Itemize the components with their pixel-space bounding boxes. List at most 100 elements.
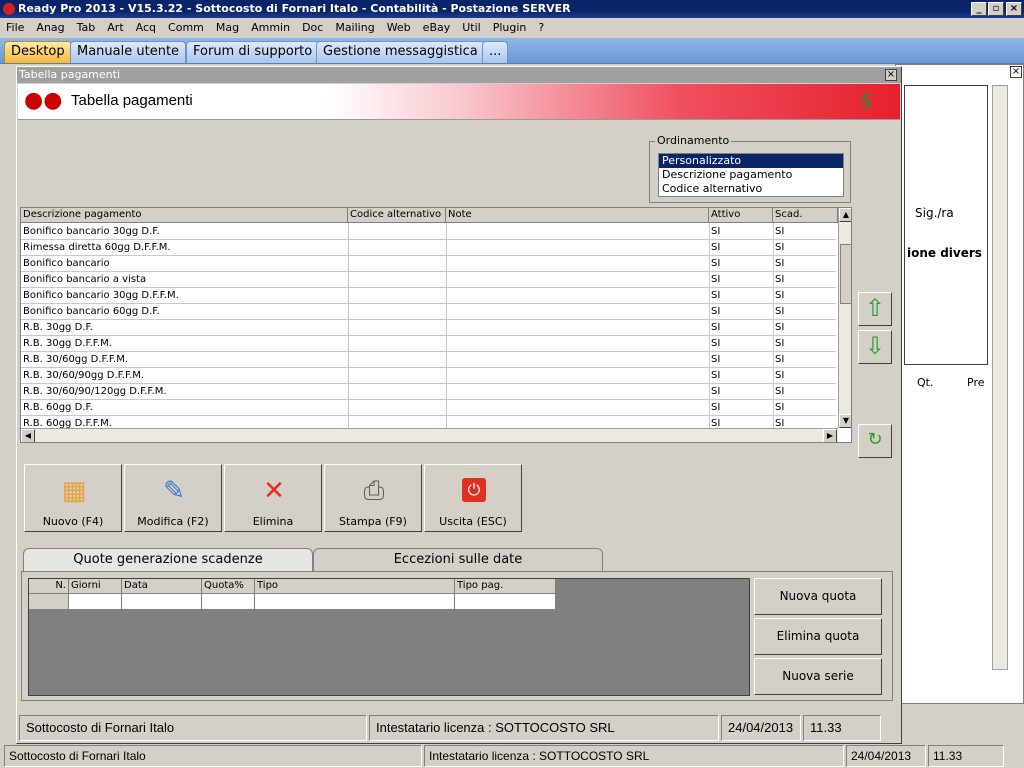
- background-text: ione divers: [907, 246, 982, 260]
- table-cell: SI: [711, 290, 721, 301]
- column-header[interactable]: Attivo: [709, 208, 773, 223]
- tab-manuale-utente[interactable]: Manuale utente: [70, 41, 187, 63]
- menu-mag[interactable]: Mag: [210, 18, 245, 38]
- quote-column-header[interactable]: Quota%: [202, 579, 255, 594]
- scroll-thumb[interactable]: [840, 244, 851, 304]
- table-row[interactable]: R.B. 30/60/90/120gg D.F.F.M. SI SI: [21, 384, 836, 400]
- tab-forum-supporto[interactable]: Forum di supporto: [186, 41, 320, 63]
- table-row[interactable]: Bonifico bancario 30gg D.F. SI SI: [21, 224, 836, 240]
- menu-util[interactable]: Util: [456, 18, 486, 38]
- quote-column-header[interactable]: Tipo: [255, 579, 455, 594]
- menu-comm[interactable]: Comm: [162, 18, 210, 38]
- edit-button[interactable]: ✎ Modifica (F2): [124, 464, 222, 532]
- new-quote-button[interactable]: Nuova quota: [754, 578, 882, 615]
- menu-ebay[interactable]: eBay: [417, 18, 457, 38]
- grid-vertical-scrollbar[interactable]: ▲ ▼: [838, 208, 851, 428]
- column-header[interactable]: Codice alternativo: [348, 208, 446, 223]
- table-cell: SI: [775, 226, 785, 237]
- menu-mailing[interactable]: Mailing: [329, 18, 380, 38]
- new-series-button[interactable]: Nuova serie: [754, 658, 882, 695]
- tab-quote-generazione[interactable]: Quote generazione scadenze: [23, 548, 313, 572]
- menu-art[interactable]: Art: [101, 18, 129, 38]
- scroll-left-icon[interactable]: ◀: [21, 429, 35, 442]
- table-cell: Rimessa diretta 60gg D.F.F.M.: [23, 242, 171, 253]
- payments-grid[interactable]: Descrizione pagamento Codice alternativo…: [20, 207, 852, 443]
- table-row[interactable]: R.B. 30gg D.F.F.M. SI SI: [21, 336, 836, 352]
- table-cell: SI: [775, 258, 785, 269]
- delete-button-label: Elimina: [252, 515, 294, 528]
- table-cell: SI: [711, 386, 721, 397]
- table-cell: SI: [775, 338, 785, 349]
- table-cell: SI: [775, 274, 785, 285]
- quote-cell[interactable]: [255, 594, 455, 610]
- exit-button[interactable]: ⏻ Uscita (ESC): [424, 464, 522, 532]
- table-cell: SI: [711, 338, 721, 349]
- menu-acq[interactable]: Acq: [130, 18, 162, 38]
- quote-cell[interactable]: [122, 594, 202, 610]
- tab-more[interactable]: ...: [482, 41, 509, 63]
- table-row[interactable]: R.B. 60gg D.F. SI SI: [21, 400, 836, 416]
- ordering-option[interactable]: Personalizzato: [659, 154, 843, 168]
- menu-plugin[interactable]: Plugin: [487, 18, 533, 38]
- minimize-button[interactable]: _: [971, 2, 987, 16]
- menu-doc[interactable]: Doc: [296, 18, 329, 38]
- tab-desktop[interactable]: Desktop: [4, 41, 72, 63]
- dialog-close-button[interactable]: ×: [885, 69, 897, 81]
- background-close-button[interactable]: ×: [1010, 66, 1022, 78]
- dialog-caption: Tabella pagamenti ×: [17, 67, 901, 83]
- quote-cell[interactable]: [202, 594, 255, 610]
- table-cell: R.B. 30/60/90/120gg D.F.F.M.: [23, 386, 167, 397]
- grid-horizontal-scrollbar[interactable]: ◀ ▶: [21, 428, 838, 442]
- quote-column-header[interactable]: Giorni: [69, 579, 122, 594]
- quote-grid[interactable]: N. Giorni Data Quota% Tipo Tipo pag.: [28, 578, 750, 696]
- table-row[interactable]: R.B. 30/60gg D.F.F.M. SI SI: [21, 352, 836, 368]
- scroll-down-icon[interactable]: ▼: [839, 414, 851, 428]
- new-button[interactable]: ▦ Nuovo (F4): [24, 464, 122, 532]
- menu-file[interactable]: File: [0, 18, 30, 38]
- quote-column-header[interactable]: Tipo pag.: [455, 579, 556, 594]
- menu-tab[interactable]: Tab: [71, 18, 102, 38]
- printer-icon: ⎙: [363, 476, 385, 506]
- delete-quote-button[interactable]: Elimina quota: [754, 618, 882, 655]
- ordering-option[interactable]: Codice alternativo: [659, 182, 843, 196]
- table-row[interactable]: Rimessa diretta 60gg D.F.F.M. SI SI: [21, 240, 836, 256]
- table-cell: SI: [775, 322, 785, 333]
- quote-panel: N. Giorni Data Quota% Tipo Tipo pag. Nuo…: [21, 571, 893, 701]
- quote-cell[interactable]: [455, 594, 556, 610]
- column-header[interactable]: Note: [446, 208, 709, 223]
- column-header[interactable]: Descrizione pagamento: [21, 208, 348, 223]
- quote-column-header[interactable]: Data: [122, 579, 202, 594]
- column-header[interactable]: Scad.: [773, 208, 838, 223]
- table-row[interactable]: Bonifico bancario 60gg D.F. SI SI: [21, 304, 836, 320]
- refresh-order-button[interactable]: ↻: [858, 424, 892, 458]
- table-row[interactable]: Bonifico bancario 30gg D.F.F.M. SI SI: [21, 288, 836, 304]
- table-row[interactable]: Bonifico bancario a vista SI SI: [21, 272, 836, 288]
- ordering-list[interactable]: Personalizzato Descrizione pagamento Cod…: [658, 153, 844, 197]
- table-row[interactable]: R.B. 30/60/90gg D.F.F.M. SI SI: [21, 368, 836, 384]
- delete-button[interactable]: ✕ Elimina: [224, 464, 322, 532]
- menu-anag[interactable]: Anag: [30, 18, 70, 38]
- ordering-option[interactable]: Descrizione pagamento: [659, 168, 843, 182]
- quote-column-header[interactable]: N.: [29, 579, 69, 594]
- scroll-right-icon[interactable]: ▶: [823, 429, 837, 442]
- background-scrollbar[interactable]: [992, 85, 1008, 670]
- close-button[interactable]: ×: [1006, 2, 1022, 16]
- dialog-status-time: 11.33: [803, 715, 881, 741]
- table-row[interactable]: R.B. 30gg D.F. SI SI: [21, 320, 836, 336]
- menu-ammin[interactable]: Ammin: [245, 18, 296, 38]
- move-down-button[interactable]: ⇩: [858, 330, 892, 364]
- maximize-button[interactable]: ▫: [988, 2, 1004, 16]
- tab-gestione-messaggistica[interactable]: Gestione messaggistica: [316, 41, 485, 63]
- tab-eccezioni-date[interactable]: Eccezioni sulle date: [313, 548, 603, 572]
- strawberry-app-icon: [3, 3, 15, 15]
- table-cell: SI: [775, 306, 785, 317]
- table-cell: R.B. 30gg D.F.: [23, 322, 93, 333]
- table-row[interactable]: Bonifico bancario SI SI: [21, 256, 836, 272]
- table-cell: Bonifico bancario 30gg D.F.: [23, 226, 160, 237]
- print-button[interactable]: ⎙ Stampa (F9): [324, 464, 422, 532]
- scroll-up-icon[interactable]: ▲: [839, 208, 851, 222]
- menu-help[interactable]: ?: [532, 18, 550, 38]
- menu-web[interactable]: Web: [381, 18, 417, 38]
- move-up-button[interactable]: ⇧: [858, 292, 892, 326]
- quote-cell[interactable]: [69, 594, 122, 610]
